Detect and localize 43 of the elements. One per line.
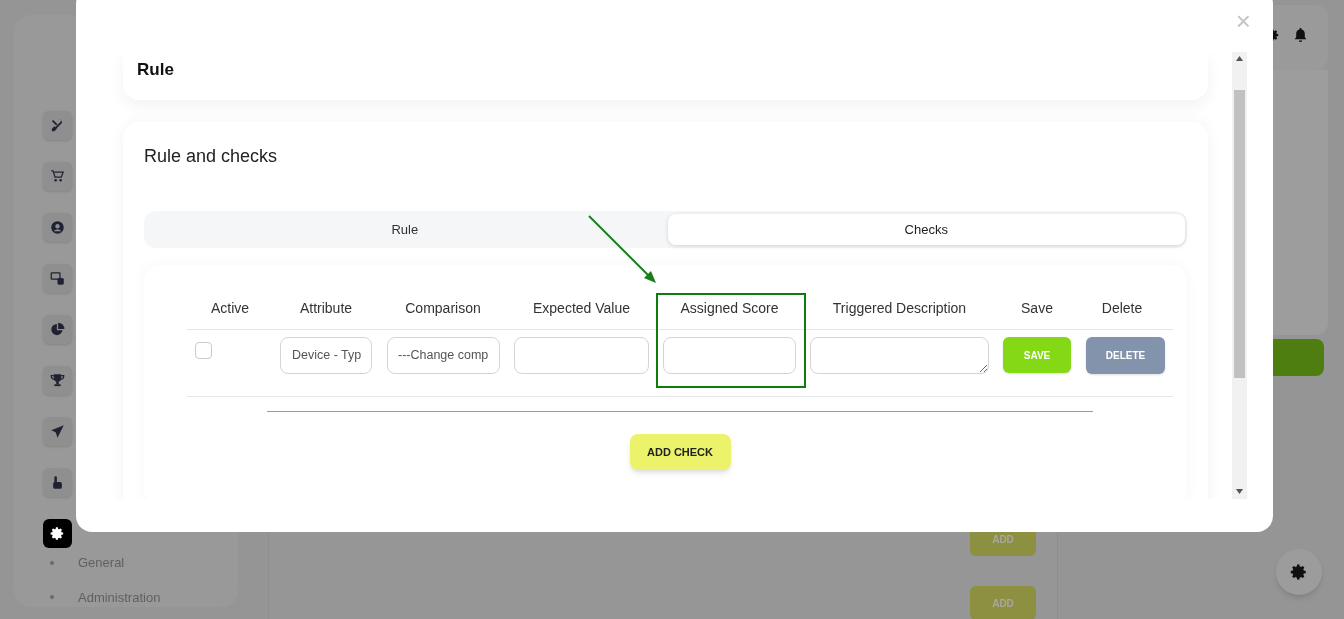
input-field[interactable]	[663, 337, 796, 374]
bullet-icon	[50, 595, 54, 600]
select-field[interactable]: ---Change comp	[387, 337, 500, 374]
monitor-database-icon	[50, 271, 65, 286]
column-header: Delete	[1100, 299, 1144, 318]
settings-icon	[50, 526, 65, 541]
bell-icon[interactable]	[1294, 28, 1307, 42]
settings-fab[interactable]	[1276, 549, 1322, 595]
column-header: Attribute	[298, 299, 354, 318]
checkbox[interactable]	[195, 342, 212, 359]
add-check-button[interactable]: ADD CHECK	[629, 434, 731, 470]
column-header: Active	[209, 299, 251, 318]
pie-chart-icon	[50, 322, 65, 337]
scroll-up-icon[interactable]	[1236, 56, 1243, 61]
scrollbar[interactable]	[1232, 52, 1247, 499]
scroll-down-icon[interactable]	[1236, 489, 1243, 494]
card-title: Rule and checks	[144, 145, 279, 168]
input-field[interactable]	[514, 337, 649, 374]
settings-icon	[1290, 563, 1308, 581]
column-header: Triggered Description	[831, 299, 968, 318]
tools-icon	[50, 118, 65, 133]
trophy-icon	[50, 373, 65, 388]
select-field[interactable]: Device - Typ	[280, 337, 372, 374]
column-header: Expected Value	[532, 299, 631, 318]
delete-button[interactable]: DELETE	[1086, 337, 1165, 374]
send-icon	[50, 424, 65, 439]
submenu-link[interactable]: Administration	[78, 587, 161, 607]
tab[interactable]: Rule	[146, 214, 664, 245]
sidebar-item[interactable]	[43, 519, 72, 548]
column-header: Save	[1020, 299, 1054, 318]
save-button[interactable]: SAVE	[1003, 337, 1071, 373]
bullet-icon	[50, 560, 54, 565]
annotation-arrow	[588, 215, 658, 285]
scrollbar-thumb[interactable]	[1234, 90, 1245, 378]
cart-icon	[50, 169, 65, 184]
tab[interactable]: Checks	[667, 214, 1185, 245]
hand-pointer-icon	[50, 475, 65, 490]
user-icon	[50, 220, 65, 235]
submenu-link[interactable]: General	[78, 553, 125, 573]
close-button[interactable]: ×	[1235, 8, 1251, 34]
card-title: Rule	[137, 60, 174, 79]
column-header: Comparison	[404, 299, 482, 318]
column-header: Assigned Score	[679, 299, 780, 318]
